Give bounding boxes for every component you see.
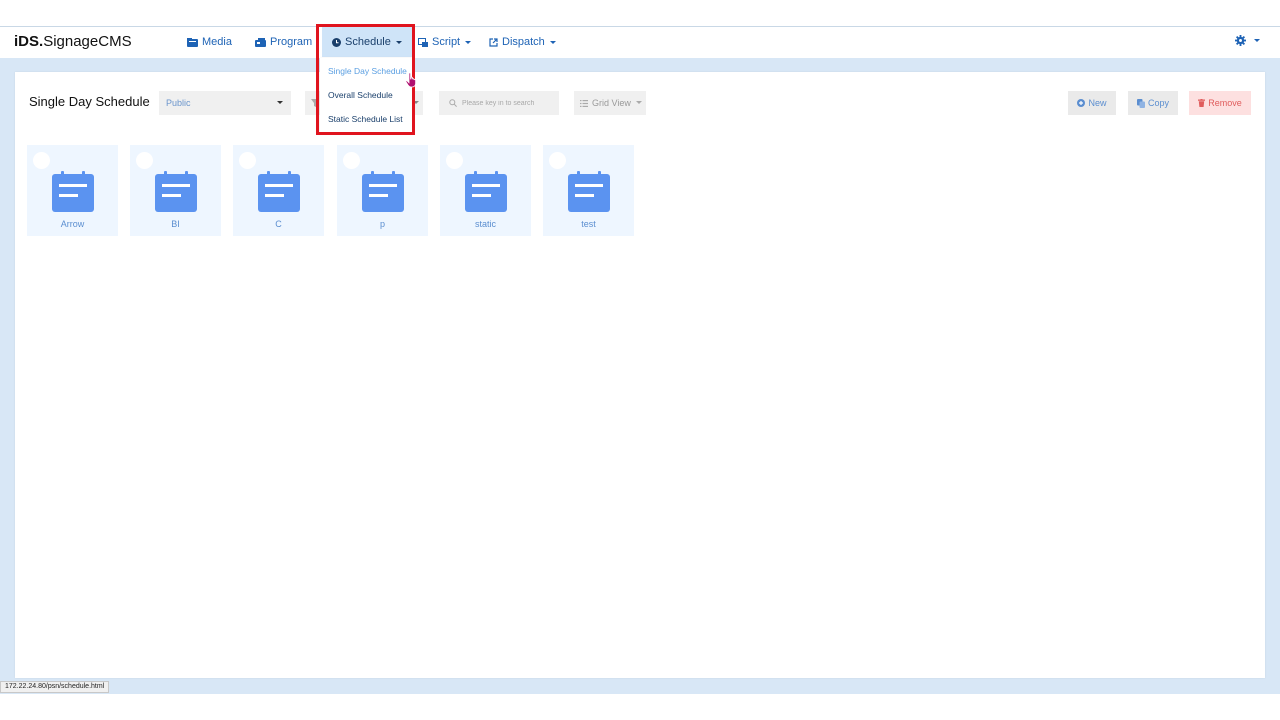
nav-media[interactable]: Media	[187, 27, 232, 57]
chevron-down-icon	[413, 101, 419, 104]
clock-icon	[332, 37, 341, 47]
schedule-card[interactable]: p	[337, 145, 428, 236]
status-bar-url: 172.22.24.80/psn/schedule.html	[0, 681, 110, 693]
list-icon	[580, 99, 588, 107]
new-button[interactable]: New	[1068, 91, 1116, 115]
gear-icon	[1235, 35, 1246, 46]
settings-menu[interactable]	[1235, 35, 1260, 46]
copy-button-label: Copy	[1147, 98, 1169, 108]
schedule-card-label: p	[379, 219, 385, 229]
schedule-card[interactable]: test	[543, 145, 634, 236]
view-select[interactable]: Grid View	[574, 91, 646, 115]
view-select-value: Grid View	[592, 98, 631, 108]
schedule-card-label: BI	[171, 219, 180, 229]
filter-icon	[311, 99, 319, 107]
script-icon	[418, 37, 428, 47]
nav-media-label: Media	[202, 36, 232, 48]
search-input[interactable]	[462, 99, 557, 107]
new-button-label: New	[1088, 98, 1107, 108]
trash-icon	[1198, 99, 1206, 107]
select-radio[interactable]	[33, 152, 50, 169]
schedule-card-label: C	[275, 219, 282, 229]
nav-dispatch[interactable]: Dispatch	[489, 27, 556, 57]
brand-logo[interactable]: iDS.SignageCMS	[14, 33, 132, 50]
menu-item-overall-schedule[interactable]: Overall Schedule	[328, 90, 393, 100]
search-box	[439, 91, 559, 115]
schedule-card[interactable]: static	[440, 145, 531, 236]
nav-program[interactable]: Program	[255, 27, 312, 57]
chevron-down-icon	[549, 40, 556, 44]
chevron-down-icon	[395, 40, 402, 44]
calendar-icon	[568, 171, 610, 212]
calendar-icon	[52, 171, 94, 212]
select-radio[interactable]	[446, 152, 463, 169]
menu-item-static-schedule-list[interactable]: Static Schedule List	[328, 114, 403, 124]
program-icon	[255, 37, 266, 47]
folder-icon	[187, 37, 198, 47]
schedule-card-label: test	[581, 219, 596, 229]
schedule-card-label: static	[474, 219, 496, 229]
select-radio[interactable]	[343, 152, 360, 169]
visibility-select-value: Public	[166, 98, 191, 108]
schedule-card[interactable]: Arrow	[27, 145, 118, 236]
nav-dispatch-label: Dispatch	[502, 36, 545, 48]
search-icon	[449, 99, 457, 107]
menu-item-single-day-schedule[interactable]: Single Day Schedule	[328, 66, 407, 76]
select-radio[interactable]	[239, 152, 256, 169]
remove-button[interactable]: Remove	[1189, 91, 1251, 115]
copy-button[interactable]: Copy	[1128, 91, 1178, 115]
external-link-icon	[489, 37, 498, 47]
select-radio[interactable]	[549, 152, 566, 169]
nav-schedule[interactable]: Schedule	[322, 27, 412, 57]
nav-script[interactable]: Script	[418, 27, 472, 57]
chevron-down-icon	[636, 101, 642, 104]
page-title: Single Day Schedule	[29, 94, 150, 109]
calendar-icon	[258, 171, 300, 212]
chevron-down-icon	[1254, 39, 1260, 42]
calendar-icon	[362, 171, 404, 212]
hand-pointer-icon	[405, 72, 416, 88]
schedule-card[interactable]: BI	[130, 145, 221, 236]
nav-schedule-label: Schedule	[345, 36, 391, 48]
calendar-icon	[155, 171, 197, 212]
visibility-select[interactable]: Public	[159, 91, 291, 115]
schedule-dropdown-menu: Single Day Schedule Overall Schedule Sta…	[320, 58, 413, 132]
plus-circle-icon	[1077, 99, 1086, 107]
chevron-down-icon	[465, 40, 472, 44]
calendar-icon	[465, 171, 507, 212]
select-radio[interactable]	[136, 152, 153, 169]
schedule-card[interactable]: C	[233, 145, 324, 236]
schedule-card-label: Arrow	[60, 219, 85, 229]
copy-icon	[1136, 98, 1145, 108]
remove-button-label: Remove	[1208, 98, 1242, 108]
nav-program-label: Program	[270, 36, 313, 48]
nav-script-label: Script	[432, 36, 461, 48]
chevron-down-icon	[277, 101, 283, 104]
navbar: iDS.SignageCMS Media Program Schedule Sc…	[0, 27, 1280, 58]
